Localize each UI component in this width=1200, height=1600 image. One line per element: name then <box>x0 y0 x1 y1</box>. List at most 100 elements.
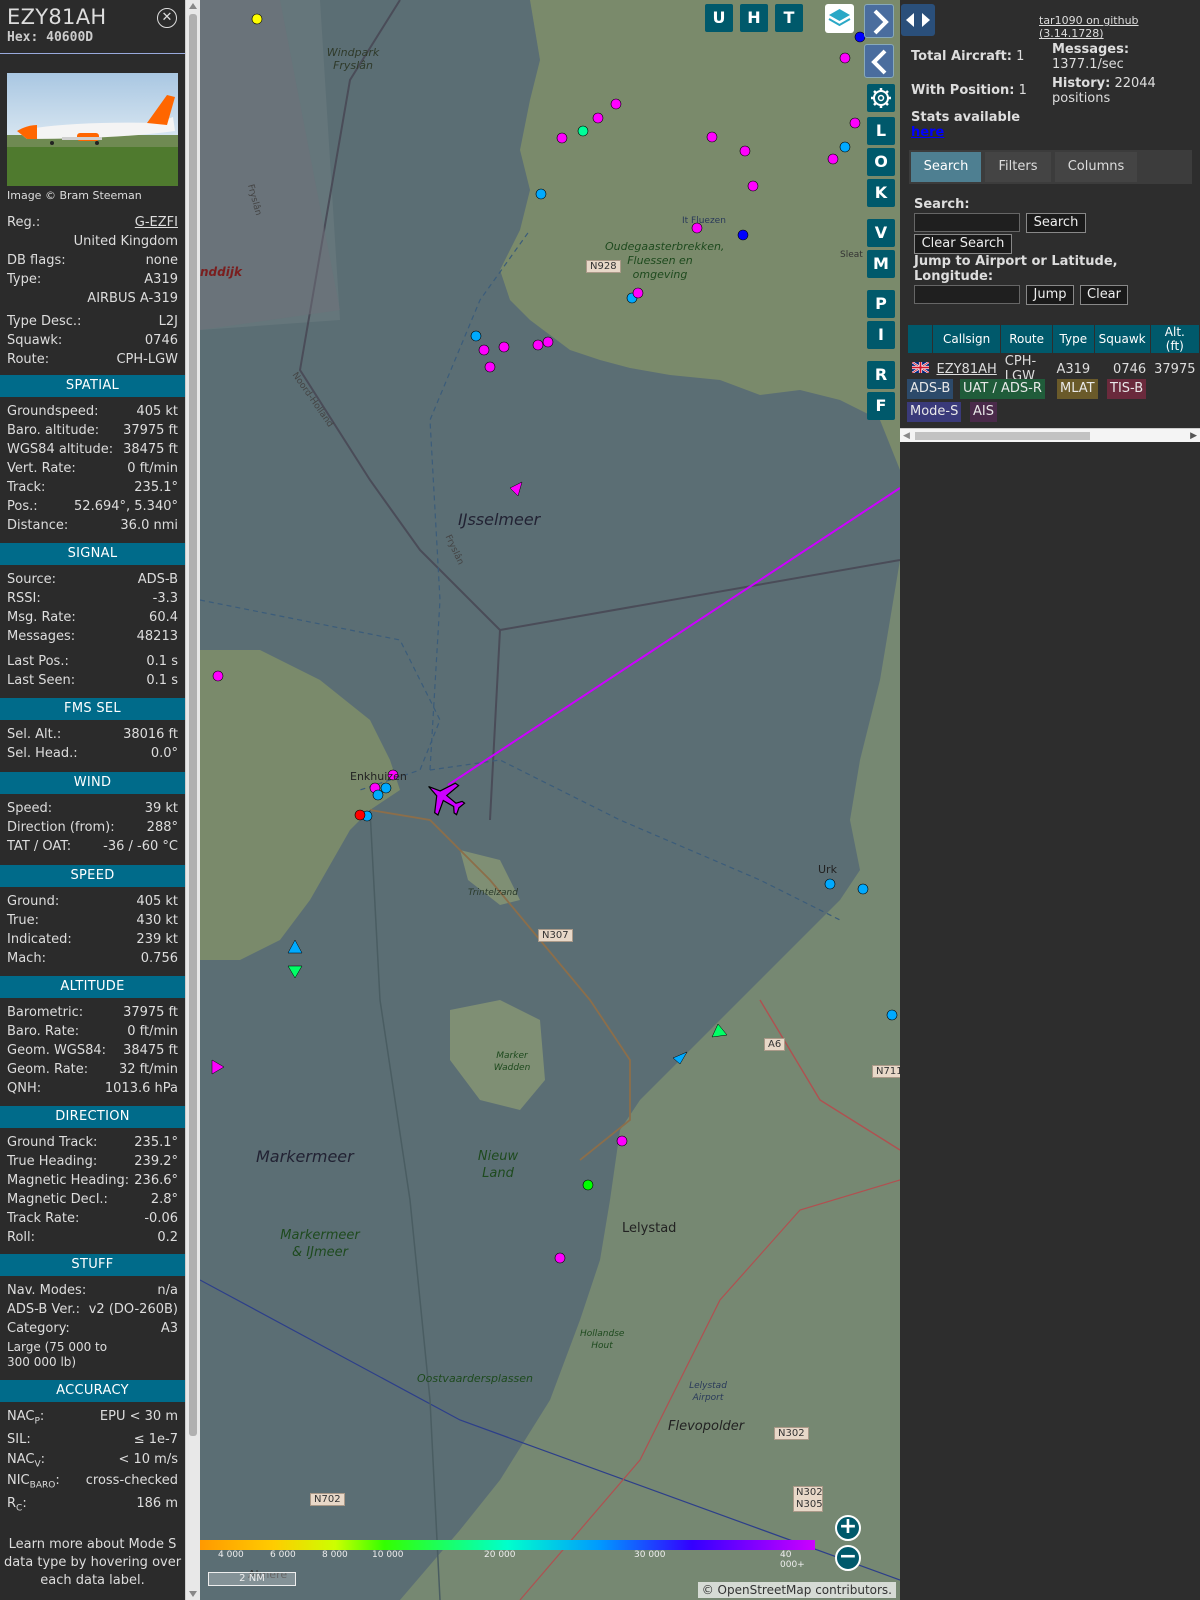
map-label-ijsselmeer: IJsselmeer <box>458 510 541 529</box>
source-adsb[interactable]: ADS-B <box>907 379 954 399</box>
col-route[interactable]: Route <box>1000 324 1053 354</box>
road-n302: N302 <box>774 1427 809 1440</box>
expand-sidebar-button[interactable] <box>864 4 894 38</box>
col-squawk[interactable]: Squawk <box>1093 324 1151 354</box>
search-input[interactable] <box>914 213 1020 232</box>
field-label: Last Pos.: <box>7 654 69 669</box>
map-label-markermeer: Markermeer <box>256 1147 354 1166</box>
map-button-o[interactable]: O <box>867 148 895 176</box>
collapse-sidebar-button[interactable] <box>864 44 894 78</box>
source-mode-s[interactable]: Mode-S <box>907 402 962 422</box>
field-value: 0.1 s <box>146 654 178 669</box>
map-button-h[interactable]: H <box>740 4 768 32</box>
aircraft-table: Callsign Route Type Squawk Alt. (ft) EZY… <box>907 324 1200 384</box>
map-button-i[interactable]: I <box>867 321 895 349</box>
stats-link[interactable]: here <box>911 125 944 140</box>
col-type[interactable]: Type <box>1051 324 1095 354</box>
navmodes-row: Nav. Modes: n/a <box>7 1283 178 1298</box>
layers-button[interactable] <box>825 4 854 33</box>
field-value: 52.694°, 5.340° <box>74 499 178 514</box>
osm-link[interactable]: OpenStreetMap <box>718 1583 812 1597</box>
map-label-lelystad-airport: Lelystad Airport <box>689 1381 727 1403</box>
field-label: Indicated: <box>7 932 72 947</box>
search-label: Search: <box>914 197 970 212</box>
table-horizontal-scrollbar[interactable]: ◀ ▶ <box>900 428 1200 442</box>
field-label: True Heading: <box>7 1154 98 1169</box>
close-info-button[interactable]: ✕ <box>157 8 177 28</box>
field-value: 239.2° <box>134 1154 178 1169</box>
col-callsign[interactable]: Callsign <box>931 324 1002 354</box>
map-label-markermeer-ijmeer: Markermeer & IJmeer <box>280 1228 360 1260</box>
direction-row: Ground Track: 235.1° <box>7 1135 178 1150</box>
hscroll-thumb[interactable] <box>915 432 1090 440</box>
scroll-thumb[interactable] <box>189 14 197 1436</box>
map-button-u[interactable]: U <box>705 4 733 32</box>
tab-search[interactable]: Search <box>911 152 981 182</box>
scroll-down-icon[interactable] <box>189 1591 197 1597</box>
field-label: Roll: <box>7 1230 36 1245</box>
clear-jump-button[interactable]: Clear <box>1080 285 1128 305</box>
zoom-in-button[interactable]: + <box>835 1515 861 1541</box>
field-label: Geom. WGS84: <box>7 1043 107 1058</box>
clear-search-button[interactable]: Clear Search <box>914 234 1012 254</box>
col-flag[interactable] <box>907 324 933 354</box>
field-label: QNH: <box>7 1081 42 1096</box>
source-tisb[interactable]: TIS-B <box>1107 379 1147 399</box>
field-value: ADS-B <box>137 572 178 587</box>
source-mlat[interactable]: MLAT <box>1057 379 1098 399</box>
map-canvas[interactable]: Windpark Fryslân Fryslân nddijk Noord-Ho… <box>200 0 900 1600</box>
scroll-left-icon[interactable]: ◀ <box>903 431 910 441</box>
close-icon: ✕ <box>161 10 173 25</box>
field-value: 0 ft/min <box>127 461 178 476</box>
map-label-lelystad: Lelystad <box>622 1221 677 1236</box>
source-ais[interactable]: AIS <box>970 402 997 422</box>
field-label: Ground Track: <box>7 1135 98 1150</box>
zoom-out-button[interactable]: − <box>835 1545 861 1571</box>
source-uat-adsr[interactable]: UAT / ADS-R <box>960 379 1045 399</box>
toggle-sidebar-button[interactable] <box>901 4 935 36</box>
map-label-ndijk: nddijk <box>200 265 242 279</box>
fms-row: Sel. Alt.: 38016 ft <box>7 727 178 742</box>
route-row: Route: CPH-LGW <box>7 352 178 367</box>
col-alt[interactable]: Alt. (ft) <box>1149 324 1200 354</box>
altitude-row: Geom. Rate: 32 ft/min <box>7 1062 178 1077</box>
other-aircraft-icons <box>211 13 898 1264</box>
map-button-l[interactable]: L <box>867 117 895 145</box>
field-label: Ground: <box>7 894 60 909</box>
tab-columns[interactable]: Columns <box>1055 152 1137 182</box>
field-value: 39 kt <box>144 801 178 816</box>
section-speed: SPEED <box>0 865 185 887</box>
map-button-k[interactable]: K <box>867 179 895 207</box>
scroll-up-icon[interactable] <box>189 3 197 9</box>
field-value: 239 kt <box>136 932 178 947</box>
field-value: 236.6° <box>134 1173 178 1188</box>
jump-input[interactable] <box>914 285 1020 304</box>
map-label-trintelzand: Trintelzand <box>468 888 518 898</box>
direction-row: Track Rate: -0.06 <box>7 1211 178 1226</box>
map-button-t[interactable]: T <box>775 4 803 32</box>
map-button-v[interactable]: V <box>867 219 895 247</box>
map-button-m[interactable]: M <box>867 250 895 278</box>
chevron-right-icon <box>873 9 889 35</box>
github-link[interactable]: tar1090 on github (3.14.1728) <box>1039 14 1200 40</box>
jump-button[interactable]: Jump <box>1026 285 1074 305</box>
search-button[interactable]: Search <box>1026 213 1086 233</box>
plus-icon: + <box>838 1514 858 1539</box>
tab-filters[interactable]: Filters <box>985 152 1051 182</box>
reg-link[interactable]: G-EZFI <box>135 215 178 230</box>
map-button-p[interactable]: P <box>867 290 895 318</box>
map-button-r[interactable]: R <box>867 361 895 389</box>
spatial-row: Vert. Rate: 0 ft/min <box>7 461 178 476</box>
dbflags-row: DB flags: none <box>7 253 178 268</box>
speed-row: Indicated: 239 kt <box>7 932 178 947</box>
map-button-f[interactable]: F <box>867 392 895 420</box>
map-label-oudega: Oudegaasterbrekken, Fluessen en omgeving <box>605 240 725 281</box>
settings-button[interactable] <box>867 84 895 112</box>
chevron-left-icon <box>871 49 887 75</box>
aircraft-info-panel: EZY81AH Hex: 40600D ✕ Image © Bram Steem… <box>0 0 185 1600</box>
type-row: Type: A319 <box>7 272 178 287</box>
field-value: 37975 ft <box>123 1005 178 1020</box>
aircraft-photo[interactable] <box>7 73 178 186</box>
scroll-right-icon[interactable]: ▶ <box>1190 431 1197 441</box>
info-scrollbar[interactable] <box>185 0 200 1600</box>
